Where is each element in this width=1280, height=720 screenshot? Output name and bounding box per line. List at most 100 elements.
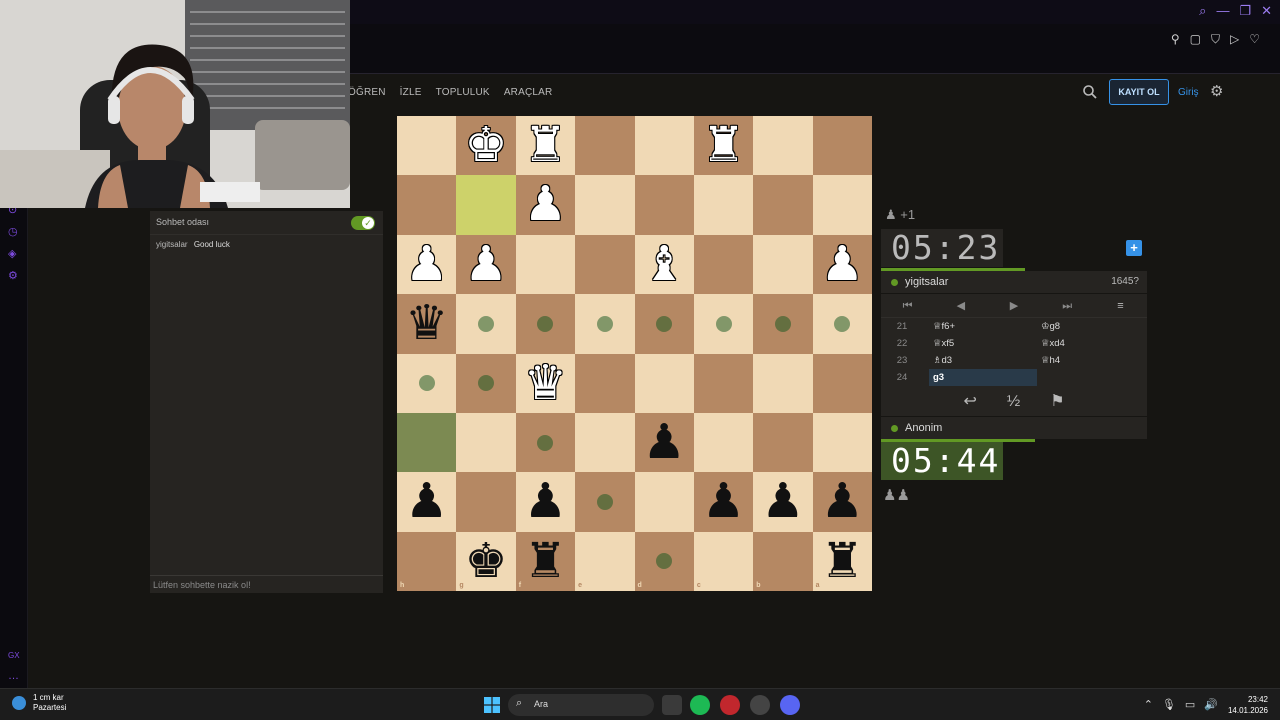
bottom-player-name[interactable]: Anonim <box>905 422 942 434</box>
login-link[interactable]: Giriş <box>1178 87 1199 98</box>
white-rook-icon[interactable]: ♜ <box>516 116 575 175</box>
microphone-icon[interactable]: 🎙 <box>1162 698 1176 711</box>
shield-icon[interactable]: ⛉ <box>1211 32 1220 47</box>
opera-gx-icon[interactable] <box>720 695 740 715</box>
square-g7[interactable] <box>456 472 516 532</box>
black-pawn-icon[interactable]: ♟ <box>516 472 575 531</box>
heart-icon[interactable]: ♡ <box>1249 32 1260 47</box>
square-a1[interactable] <box>812 116 872 176</box>
white-bishop-icon[interactable]: ♝ <box>635 235 694 294</box>
white-queen-icon[interactable]: ♛ <box>516 354 575 413</box>
move-dot[interactable] <box>715 315 732 332</box>
square-e2[interactable] <box>575 175 635 235</box>
clock-widget[interactable]: 23:42 14.01.2026 <box>1228 694 1268 716</box>
move-white[interactable]: ♕f6+ <box>929 318 1037 335</box>
white-pawn-icon[interactable]: ♟ <box>813 235 872 294</box>
move-black[interactable]: ♔g8 <box>1041 318 1141 335</box>
move-dot[interactable] <box>596 315 613 332</box>
settings-icon[interactable]: ⚙ <box>8 270 20 282</box>
takeback-icon[interactable]: ↩ <box>963 388 976 416</box>
steam-icon[interactable] <box>750 695 770 715</box>
chevron-up-icon[interactable]: ⌃ <box>1144 698 1153 711</box>
nav-watch[interactable]: İZLE <box>400 87 422 98</box>
black-rook-icon[interactable]: ♜ <box>516 532 575 591</box>
square-e1[interactable] <box>575 116 635 176</box>
square-g6[interactable] <box>456 412 516 473</box>
next-move-icon[interactable]: ▶ <box>987 294 1040 317</box>
black-pawn-icon[interactable]: ♟ <box>813 472 872 531</box>
square-c2[interactable] <box>693 175 754 235</box>
menu-icon[interactable]: ≡ <box>1094 294 1147 317</box>
square-b3[interactable] <box>753 234 813 295</box>
close-icon[interactable]: ✕ <box>1261 4 1272 18</box>
register-button[interactable]: KAYIT OL <box>1109 79 1169 105</box>
more-icon[interactable]: … <box>8 670 20 682</box>
move-dot[interactable] <box>596 493 613 510</box>
move-white[interactable]: ♕xf5 <box>929 335 1037 352</box>
draw-offer-icon[interactable]: ½ <box>1007 388 1020 416</box>
white-pawn-icon[interactable]: ♟ <box>516 175 575 234</box>
resign-flag-icon[interactable]: ⚑ <box>1050 388 1064 416</box>
white-rook-icon[interactable]: ♜ <box>694 116 753 175</box>
square-h1[interactable] <box>397 116 457 176</box>
square-h6[interactable] <box>397 412 457 473</box>
square-d5[interactable] <box>634 353 694 413</box>
square-b8[interactable] <box>753 531 813 591</box>
chess-board[interactable]: ♚ ♜ ♜ ♟ ♟ ♟ ♝ ♟ ♛ ♛ ♟ ♟ ♟ ♟ ♟ ♟ ♚ ♜ ♜ 1 2 3 4 5 6 7 8 h g f e d c b a <box>397 116 872 591</box>
square-c3[interactable] <box>693 234 754 295</box>
snapshot-icon[interactable]: ▢ <box>1190 32 1201 47</box>
white-pawn-icon[interactable]: ♟ <box>456 235 515 294</box>
move-dot[interactable] <box>478 315 495 332</box>
black-king-icon[interactable]: ♚ <box>456 532 515 591</box>
move-black[interactable]: ♕h4 <box>1041 352 1141 369</box>
square-h8[interactable] <box>397 531 457 591</box>
extensions-icon[interactable]: ◈ <box>8 248 20 260</box>
move-white-active[interactable]: g3 <box>929 369 1037 386</box>
square-d1[interactable] <box>634 116 694 176</box>
file-explorer-icon[interactable] <box>662 695 682 715</box>
square-c6[interactable] <box>693 412 754 473</box>
taskbar-search[interactable]: ⌕ Ara <box>508 694 654 716</box>
square-e5[interactable] <box>575 353 635 413</box>
top-player-name[interactable]: yigitsalar <box>905 276 948 288</box>
nav-community[interactable]: TOPLULUK <box>436 87 490 98</box>
square-e8[interactable] <box>575 531 635 591</box>
square-e6[interactable] <box>575 412 635 473</box>
gx-icon[interactable]: GX <box>8 650 20 662</box>
restore-icon[interactable]: ❐ <box>1239 4 1251 18</box>
network-icon[interactable]: ▭ <box>1185 698 1195 711</box>
square-b2[interactable] <box>753 175 813 235</box>
square-c8[interactable] <box>693 531 754 591</box>
move-dot[interactable] <box>656 315 673 332</box>
nav-tools[interactable]: ARAÇLAR <box>504 87 553 98</box>
spotify-icon[interactable] <box>690 695 710 715</box>
first-move-icon[interactable]: ⏮ <box>881 294 934 317</box>
square-h2[interactable] <box>397 175 457 235</box>
gear-icon[interactable]: ⚙ <box>1210 84 1226 100</box>
prev-move-icon[interactable]: ◀ <box>934 294 987 317</box>
white-pawn-icon[interactable]: ♟ <box>397 235 456 294</box>
square-a5[interactable] <box>812 353 872 413</box>
move-black[interactable]: ♕xd4 <box>1041 335 1141 352</box>
move-dot[interactable] <box>537 434 554 451</box>
square-a6[interactable] <box>812 412 872 473</box>
black-pawn-icon[interactable]: ♟ <box>753 472 812 531</box>
square-g2[interactable] <box>456 175 516 235</box>
nav-learn[interactable]: ÖĞREN <box>348 87 386 98</box>
chat-input[interactable]: Lütfen sohbette nazik ol! <box>150 575 383 593</box>
black-pawn-icon[interactable]: ♟ <box>397 472 456 531</box>
square-f3[interactable] <box>515 234 576 295</box>
square-d2[interactable] <box>634 175 694 235</box>
add-time-icon[interactable]: + <box>1126 240 1142 256</box>
black-queen-icon[interactable]: ♛ <box>397 294 456 353</box>
discord-icon[interactable] <box>780 695 800 715</box>
square-b6[interactable] <box>753 412 813 473</box>
chat-message-user[interactable]: yigitsalar <box>156 240 188 249</box>
square-a2[interactable] <box>812 175 872 235</box>
chat-toggle[interactable]: ✓ <box>351 216 375 230</box>
square-d7[interactable] <box>634 472 694 532</box>
black-pawn-icon[interactable]: ♟ <box>694 472 753 531</box>
pin-icon[interactable]: ⚲ <box>1171 32 1180 47</box>
search-icon[interactable] <box>1082 84 1098 100</box>
windows-start-icon[interactable] <box>484 697 500 713</box>
